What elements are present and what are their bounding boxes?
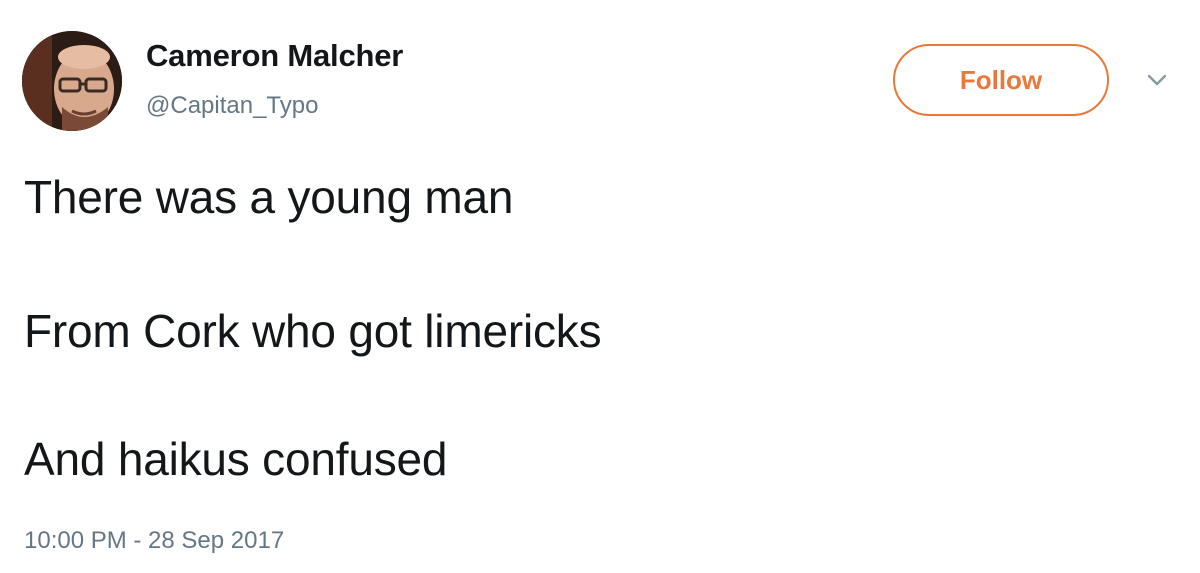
follow-button[interactable]: Follow — [893, 44, 1109, 116]
tweet-timestamp[interactable]: 10:00 PM - 28 Sep 2017 — [24, 527, 284, 555]
avatar[interactable] — [22, 31, 122, 131]
tweet-text-line: From Cork who got limericks — [24, 305, 602, 357]
tweet-card: Cameron Malcher @Capitan_Typo Follow The… — [0, 0, 1200, 573]
user-name[interactable]: Cameron Malcher — [146, 38, 403, 74]
chevron-down-icon[interactable] — [1146, 72, 1168, 88]
avatar-image — [22, 31, 122, 131]
tweet-text-line: There was a young man — [24, 171, 514, 223]
user-handle[interactable]: @Capitan_Typo — [146, 92, 318, 120]
tweet-text-line: And haikus confused — [24, 433, 448, 485]
